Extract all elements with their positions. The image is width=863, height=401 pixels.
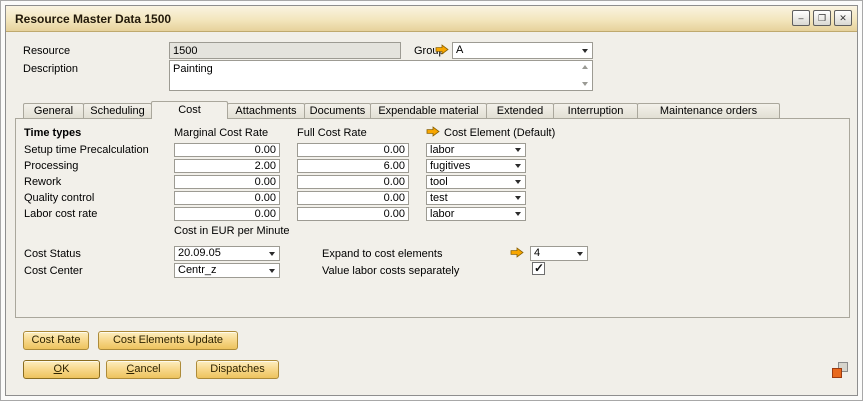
minimize-button[interactable]: – xyxy=(792,10,810,26)
tab-interruption[interactable]: Interruption xyxy=(553,103,638,118)
tab-scheduling[interactable]: Scheduling xyxy=(83,103,152,118)
marginal-cost-input[interactable] xyxy=(174,175,280,189)
description-value: Painting xyxy=(173,63,213,76)
description-scrollbar[interactable] xyxy=(580,62,591,89)
tab-cost[interactable]: Cost xyxy=(151,101,228,118)
window-title: Resource Master Data 1500 xyxy=(15,12,171,26)
window-frame: Resource Master Data 1500 – ❐ ✕ Resource… xyxy=(0,0,863,401)
ok-accel: O xyxy=(54,363,63,375)
description-label: Description xyxy=(23,63,78,76)
cost-row-label: Rework xyxy=(24,176,61,189)
full-cost-input[interactable] xyxy=(297,207,409,221)
cost-center-value: Centr_z xyxy=(178,264,217,276)
marginal-cost-input[interactable] xyxy=(174,207,280,221)
cost-rate-button[interactable]: Cost Rate xyxy=(23,331,89,350)
marginal-cost-input[interactable] xyxy=(174,143,280,157)
scroll-down-icon[interactable] xyxy=(582,82,588,86)
cost-element-header: Cost Element (Default) xyxy=(444,127,555,140)
cost-element-value: tool xyxy=(430,176,448,188)
full-cost-input[interactable] xyxy=(297,191,409,205)
restore-button[interactable]: ❐ xyxy=(813,10,831,26)
cost-element-dropdown[interactable]: labor xyxy=(426,143,526,157)
resource-field xyxy=(169,42,401,59)
cost-center-label: Cost Center xyxy=(24,265,83,278)
resource-master-data-window: Resource Master Data 1500 – ❐ ✕ Resource… xyxy=(5,5,858,396)
full-cost-input[interactable] xyxy=(297,175,409,189)
full-cost-input[interactable] xyxy=(297,143,409,157)
cost-element-value: labor xyxy=(430,208,454,220)
cost-center-dropdown[interactable]: Centr_z xyxy=(174,263,280,278)
cancel-rest: ancel xyxy=(134,363,160,375)
full-cost-rate-header: Full Cost Rate xyxy=(297,127,367,140)
cost-unit-note: Cost in EUR per Minute xyxy=(174,225,290,238)
cost-status-dropdown[interactable]: 20.09.05 xyxy=(174,246,280,261)
scroll-up-icon[interactable] xyxy=(582,65,588,69)
tab-documents[interactable]: Documents xyxy=(304,103,371,118)
marginal-cost-input[interactable] xyxy=(174,159,280,173)
cost-status-label: Cost Status xyxy=(24,248,81,261)
link-arrow-icon[interactable] xyxy=(510,247,524,258)
cost-tab-pane: Time types Marginal Cost Rate Full Cost … xyxy=(15,118,850,318)
tab-attachments[interactable]: Attachments xyxy=(227,103,305,118)
expand-value: 4 xyxy=(534,247,540,259)
cost-row-label: Processing xyxy=(24,160,78,173)
ui-config-icon[interactable] xyxy=(832,362,848,378)
description-field[interactable]: Painting xyxy=(169,60,593,91)
group-dropdown[interactable]: A xyxy=(452,42,593,59)
cost-elements-update-button[interactable]: Cost Elements Update xyxy=(98,331,238,350)
cost-element-value: labor xyxy=(430,144,454,156)
time-types-header: Time types xyxy=(24,127,81,140)
tab-general[interactable]: General xyxy=(23,103,84,118)
marginal-cost-input[interactable] xyxy=(174,191,280,205)
ok-button[interactable]: OK xyxy=(23,360,100,379)
cost-element-dropdown[interactable]: tool xyxy=(426,175,526,189)
cost-element-value: fugitives xyxy=(430,160,470,172)
tab-maintenance-orders[interactable]: Maintenance orders xyxy=(637,103,780,118)
value-labor-checkbox[interactable] xyxy=(532,262,545,275)
marginal-cost-rate-header: Marginal Cost Rate xyxy=(174,127,268,140)
cancel-button[interactable]: Cancel xyxy=(106,360,181,379)
expand-to-cost-elements-label: Expand to cost elements xyxy=(322,248,442,261)
window-controls: – ❐ ✕ xyxy=(792,10,852,26)
tab-bar: General Scheduling Cost Attachments Docu… xyxy=(23,101,779,118)
cost-row-label: Quality control xyxy=(24,192,94,205)
cost-element-dropdown[interactable]: fugitives xyxy=(426,159,526,173)
dispatches-button[interactable]: Dispatches xyxy=(196,360,279,379)
tab-extended[interactable]: Extended xyxy=(486,103,554,118)
ok-rest: K xyxy=(62,363,69,375)
cost-element-value: test xyxy=(430,192,448,204)
tab-expendable-material[interactable]: Expendable material xyxy=(370,103,487,118)
resource-label: Resource xyxy=(23,45,70,58)
cost-element-dropdown[interactable]: test xyxy=(426,191,526,205)
cost-row-label: Setup time Precalculation xyxy=(24,144,149,157)
group-value: A xyxy=(456,44,463,56)
full-cost-input[interactable] xyxy=(297,159,409,173)
cost-row-label: Labor cost rate xyxy=(24,208,97,221)
title-bar[interactable]: Resource Master Data 1500 – ❐ ✕ xyxy=(6,6,857,32)
cost-element-dropdown[interactable]: labor xyxy=(426,207,526,221)
expand-to-cost-elements-dropdown[interactable]: 4 xyxy=(530,246,588,261)
link-arrow-icon[interactable] xyxy=(426,126,440,137)
link-arrow-icon[interactable] xyxy=(435,44,449,55)
close-button[interactable]: ✕ xyxy=(834,10,852,26)
value-labor-costs-label: Value labor costs separately xyxy=(322,265,459,278)
cost-status-value: 20.09.05 xyxy=(178,247,221,259)
